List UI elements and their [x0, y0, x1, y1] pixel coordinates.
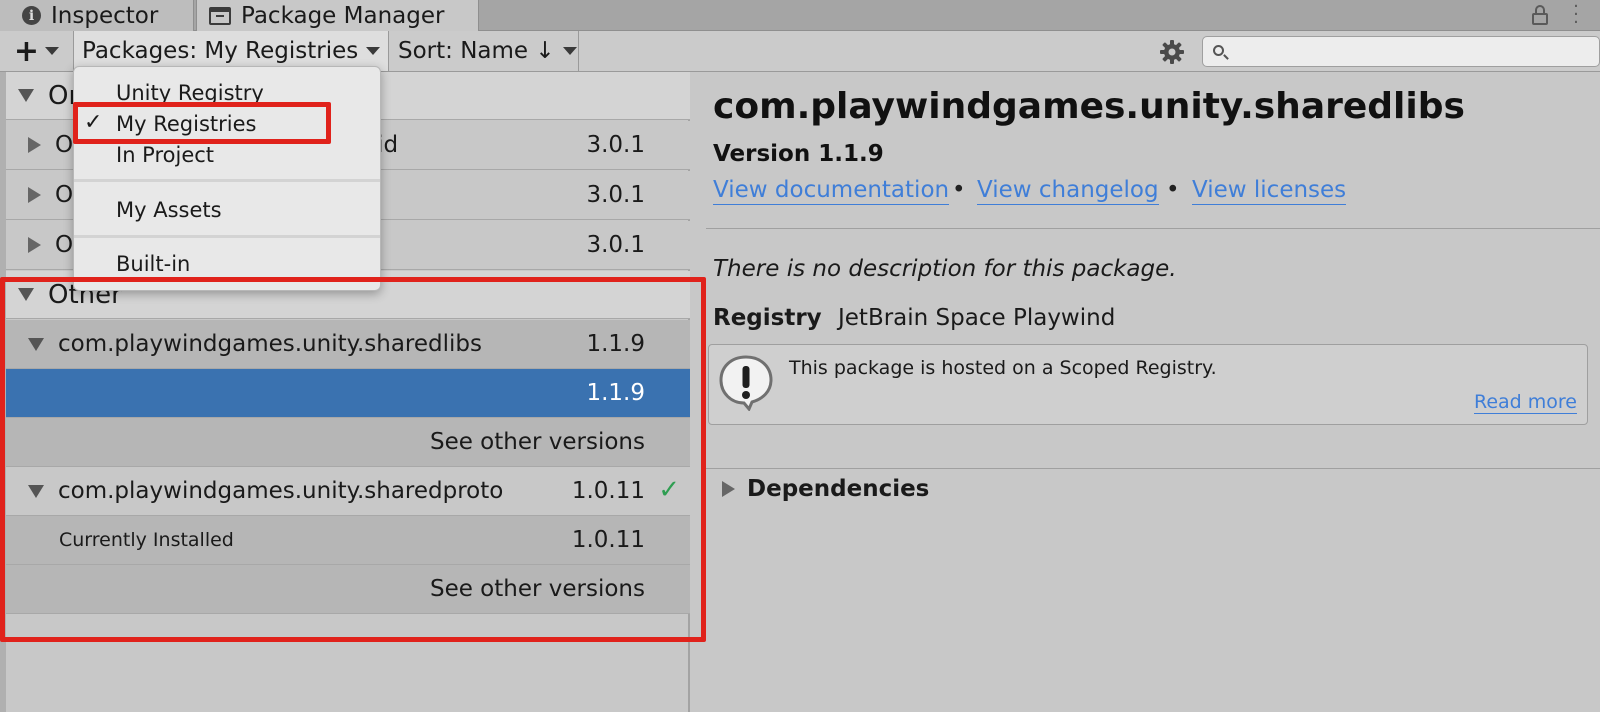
see-other-versions-button[interactable]: See other versions [6, 418, 690, 467]
selected-version: 1.1.9 [586, 380, 645, 406]
see-other-versions-button[interactable]: See other versions [6, 565, 690, 614]
menu-item-label: Built-in [116, 252, 191, 276]
package-version-label: Version 1.1.9 [713, 141, 884, 167]
view-licenses-link[interactable]: View licenses [1192, 176, 1347, 205]
package-row-sharedlibs[interactable]: com.playwindgames.unity.sharedlibs 1.1.9 [6, 320, 690, 369]
menu-item-label: In Project [116, 143, 215, 167]
package-version: 3.0.1 [586, 232, 645, 258]
add-package-button[interactable]: + [0, 31, 74, 71]
read-more-link[interactable]: Read more [1474, 391, 1577, 414]
gear-icon[interactable] [1159, 39, 1185, 65]
package-name: O [55, 232, 74, 258]
collapsed-arrow-icon [28, 137, 41, 153]
checkmark-icon: ✓ [84, 110, 103, 135]
divider [706, 228, 1600, 229]
registry-value: JetBrain Space Playwind [838, 305, 1116, 331]
registry-label: Registry [713, 305, 822, 331]
package-name: com.playwindgames.unity.sharedproto [58, 478, 504, 504]
menu-item-label: My Assets [116, 198, 222, 222]
packages-filter-dropdown[interactable]: Packages: My Registries [74, 31, 389, 71]
package-icon [209, 7, 231, 25]
link-separator: • [1166, 177, 1180, 203]
chevron-down-icon [45, 47, 60, 55]
warning-bubble-icon [719, 355, 773, 411]
checkmark-icon: ✓ [658, 475, 680, 505]
menu-item-built-in[interactable]: Built-in [74, 248, 380, 280]
package-version: 3.0.1 [586, 132, 645, 158]
lock-icon[interactable] [1531, 5, 1549, 25]
info-box-text: This package is hosted on a Scoped Regis… [789, 357, 1217, 379]
dependencies-foldout[interactable]: Dependencies [747, 476, 929, 502]
tab-package-manager-label: Package Manager [241, 3, 445, 29]
package-description: There is no description for this package… [713, 256, 1177, 282]
scoped-registry-info-box: This package is hosted on a Scoped Regis… [708, 344, 1588, 425]
view-documentation-link[interactable]: View documentation [713, 176, 950, 205]
see-other-versions-label: See other versions [429, 429, 645, 455]
menu-item-unity-registry[interactable]: Unity Registry [74, 77, 380, 109]
package-row-sharedproto[interactable]: com.playwindgames.unity.sharedproto 1.0.… [6, 467, 690, 516]
sort-label: Sort: Name ↓ [398, 38, 555, 64]
menu-separator [74, 179, 380, 182]
plus-icon: + [13, 33, 40, 69]
kebab-menu-icon[interactable]: · · · [1572, 0, 1580, 32]
version-row-selected[interactable]: 1.1.9 [6, 369, 690, 418]
chevron-down-icon [366, 47, 381, 55]
package-version: 1.0.11 [571, 478, 645, 504]
see-other-versions-label: See other versions [429, 576, 645, 602]
sort-dropdown[interactable]: Sort: Name ↓ [389, 31, 579, 71]
installed-version-row[interactable]: Currently Installed 1.0.11 [6, 516, 690, 565]
menu-separator [74, 235, 380, 238]
view-changelog-link[interactable]: View changelog [977, 176, 1159, 205]
package-version: 1.1.9 [586, 331, 645, 357]
package-title: com.playwindgames.unity.sharedlibs [713, 86, 1465, 127]
installed-version: 1.0.11 [571, 527, 645, 553]
expanded-arrow-icon [18, 288, 34, 301]
info-icon: i [22, 6, 41, 25]
package-name: O [55, 132, 74, 158]
link-separator: • [952, 177, 966, 203]
expanded-arrow-icon [28, 484, 44, 498]
menu-item-label: Unity Registry [116, 81, 264, 105]
menu-item-my-registries[interactable]: ✓ My Registries [74, 108, 380, 140]
expanded-arrow-icon [28, 337, 44, 351]
menu-item-in-project[interactable]: In Project [74, 139, 380, 171]
collapsed-arrow-icon [28, 237, 41, 253]
menu-item-label: My Registries [116, 112, 257, 136]
divider [706, 468, 1600, 469]
expanded-arrow-icon [18, 89, 34, 102]
menu-item-my-assets[interactable]: My Assets [74, 194, 380, 226]
search-input[interactable] [1231, 39, 1591, 64]
package-name: O [55, 182, 74, 208]
tab-package-manager[interactable]: Package Manager [196, 0, 479, 32]
tab-inspector[interactable]: i Inspector [0, 0, 194, 31]
packages-filter-menu: Unity Registry ✓ My Registries In Projec… [73, 66, 381, 291]
tab-inspector-label: Inspector [51, 2, 159, 29]
search-icon [1213, 45, 1224, 56]
search-field[interactable] [1202, 36, 1600, 67]
package-name: com.playwindgames.unity.sharedlibs [58, 331, 482, 357]
package-version: 3.0.1 [586, 182, 645, 208]
chevron-down-icon [562, 47, 577, 55]
collapsed-arrow-icon [28, 187, 41, 203]
collapsed-arrow-icon[interactable] [722, 481, 735, 497]
packages-filter-label: Packages: My Registries [82, 38, 359, 64]
currently-installed-label: Currently Installed [59, 529, 234, 551]
